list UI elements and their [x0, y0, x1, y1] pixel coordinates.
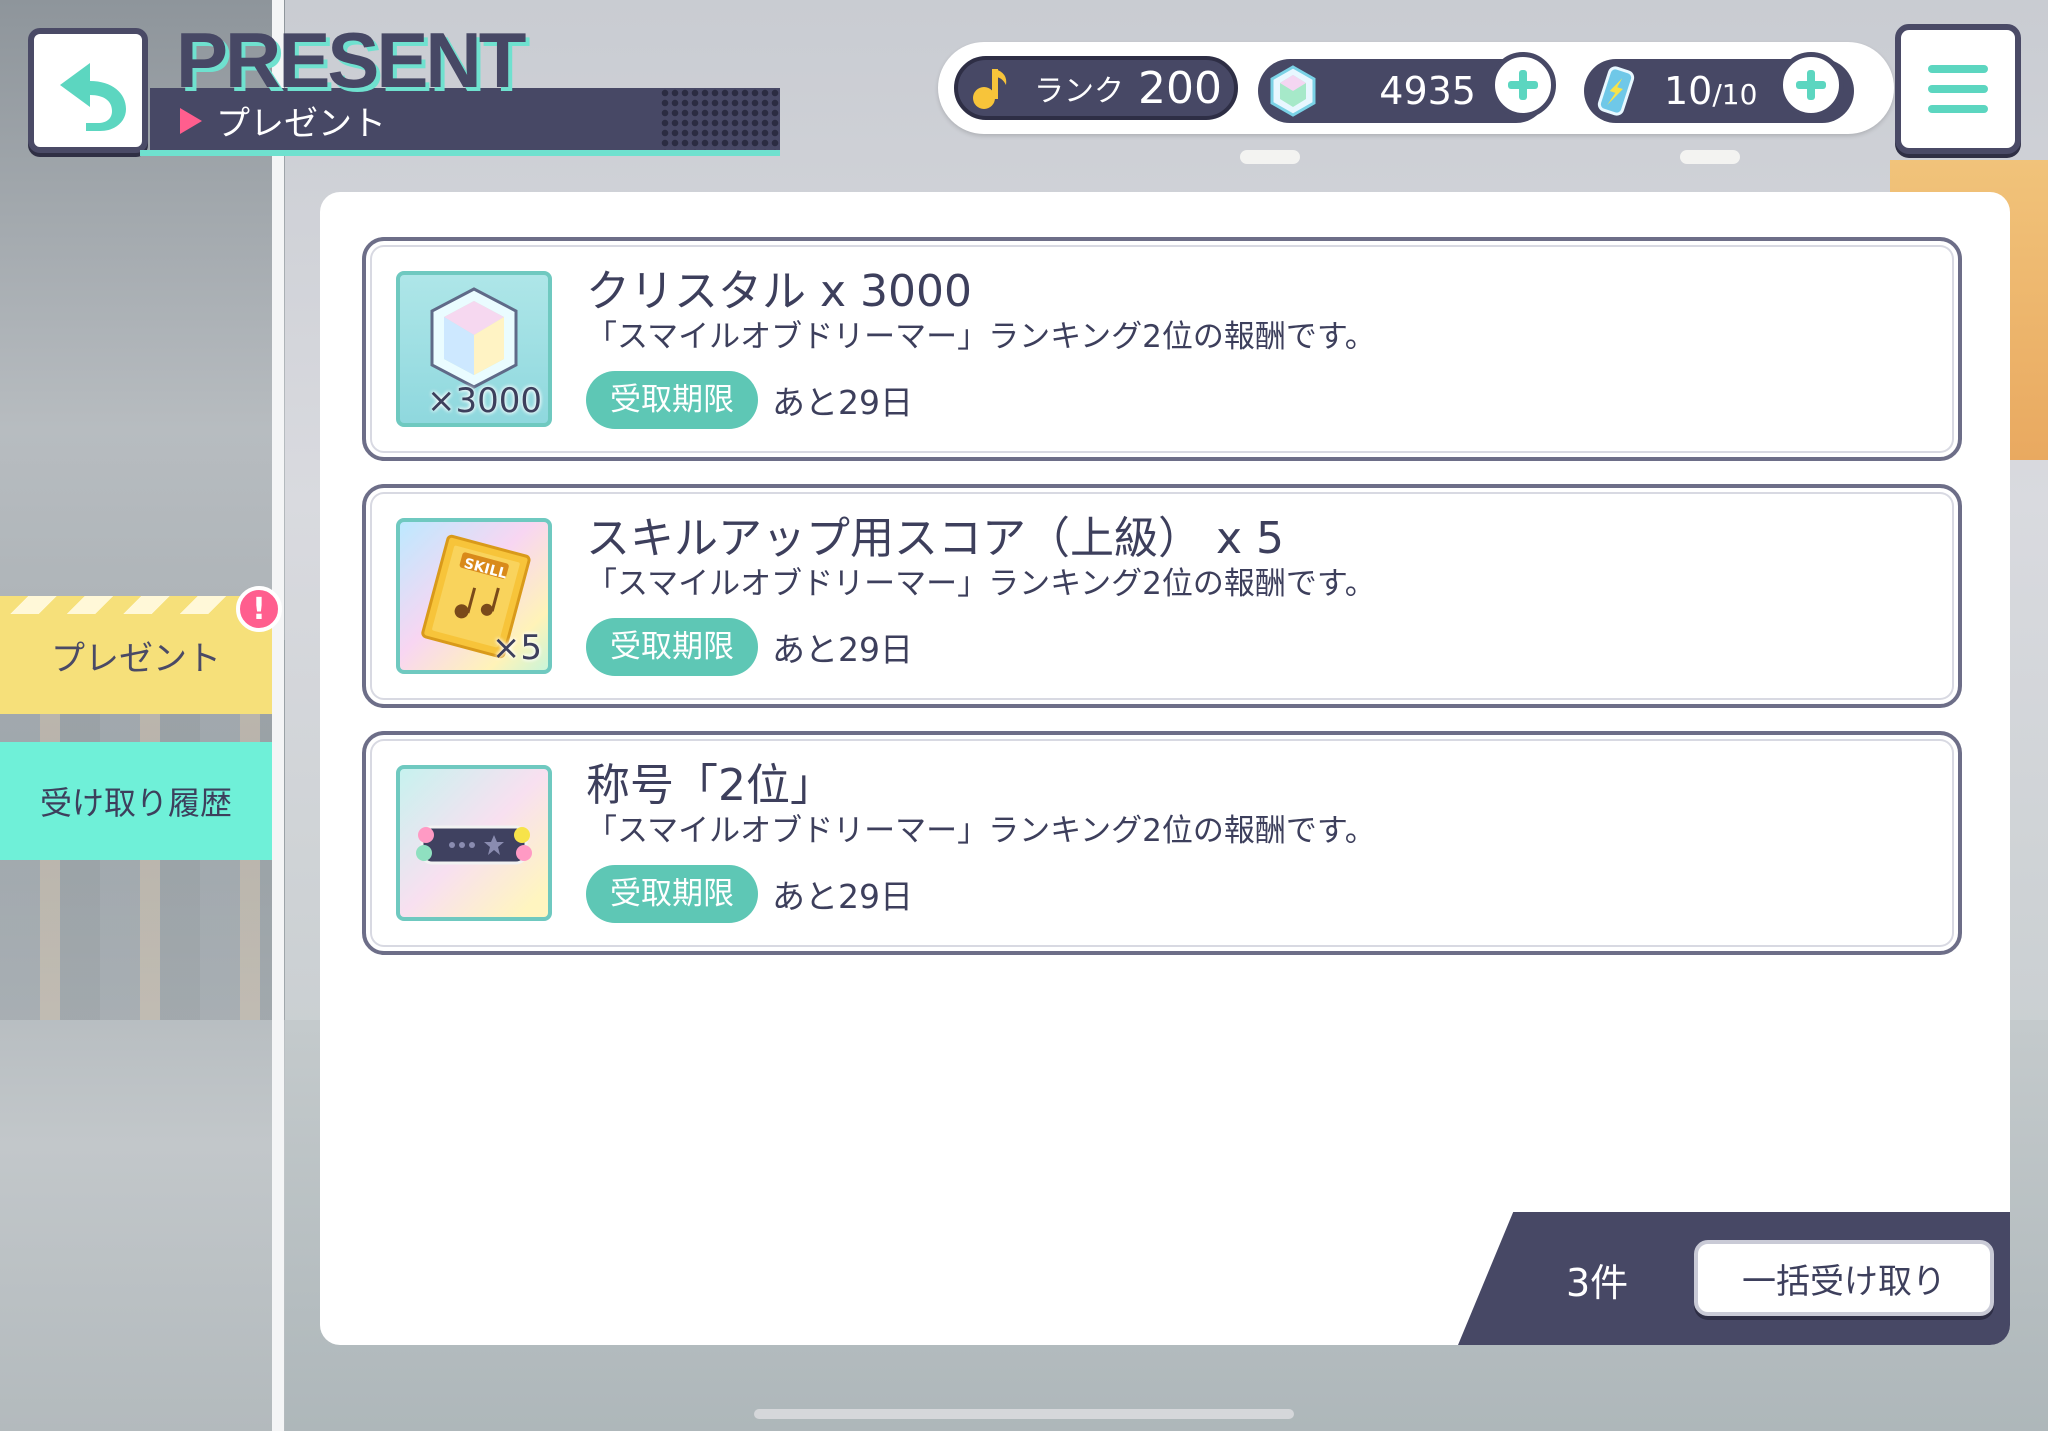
deadline-remaining: あと29日 — [772, 383, 913, 422]
rank-display: ランク 200 — [954, 56, 1238, 120]
item-quantity: ×3000 — [426, 381, 542, 421]
item-title: 称号「2位」 — [586, 760, 834, 811]
menu-icon-bar — [1928, 105, 1988, 113]
plus-icon — [1508, 70, 1538, 100]
menu-button[interactable] — [1895, 24, 2021, 154]
deadline-badge: 受取期限 — [586, 371, 758, 429]
deadline-badge: 受取期限 — [586, 618, 758, 676]
item-deadline: 受取期限 あと29日 — [586, 865, 913, 923]
page-subtitle: プレゼント — [180, 96, 386, 145]
item-description: 「スマイルオブドリーマー」ランキング2位の報酬です。 — [586, 319, 1376, 355]
title-badge-icon — [396, 765, 552, 921]
page-subtitle-text: プレゼント — [216, 104, 386, 144]
deadline-remaining: あと29日 — [772, 877, 913, 916]
rank-value: 200 — [1138, 62, 1222, 114]
music-note-icon — [973, 69, 1007, 109]
tab-present-label: プレゼント — [51, 638, 221, 679]
present-item-title-badge[interactable]: 称号「2位」 「スマイルオブドリーマー」ランキング2位の報酬です。 受取期限 あ… — [362, 731, 1962, 955]
page-title: PRESENT — [176, 16, 526, 104]
energy-current: 10 — [1664, 69, 1713, 113]
deadline-remaining: あと29日 — [772, 630, 913, 669]
back-arrow-icon — [60, 62, 126, 131]
energy-max: /10 — [1712, 78, 1758, 111]
present-count: 3件 — [1566, 1261, 1629, 1305]
item-deadline: 受取期限 あと29日 — [586, 618, 913, 676]
background-light — [1680, 150, 1740, 164]
alert-badge-icon: ! — [236, 586, 282, 632]
energy-drink-icon — [1597, 66, 1635, 116]
triangle-icon — [180, 107, 202, 134]
energy-value: 10/10 — [1664, 69, 1757, 113]
crystal-count: 4935 — [1379, 69, 1476, 113]
item-deadline: 受取期限 あと29日 — [586, 371, 913, 429]
item-description: 「スマイルオブドリーマー」ランキング2位の報酬です。 — [586, 566, 1376, 602]
item-description: 「スマイルオブドリーマー」ランキング2位の報酬です。 — [586, 813, 1376, 849]
collect-all-label: 一括受け取り — [1742, 1261, 1946, 1302]
background-light — [1240, 150, 1300, 164]
back-button[interactable] — [28, 28, 148, 153]
crystal-icon — [1270, 65, 1316, 117]
home-indicator[interactable] — [754, 1409, 1294, 1419]
background-divider — [272, 0, 284, 1431]
title-underline — [140, 150, 780, 156]
title-plate-icon — [416, 825, 532, 865]
menu-icon-bar — [1928, 65, 1988, 73]
add-energy-button[interactable] — [1778, 52, 1844, 118]
item-quantity: ×5 — [491, 628, 542, 668]
rank-label: ランク — [1034, 74, 1124, 109]
title-bar-pattern — [660, 88, 780, 150]
tab-history-label: 受け取り履歴 — [39, 784, 232, 822]
tab-history[interactable]: 受け取り履歴 — [0, 742, 272, 860]
present-item-crystal[interactable]: ×3000 クリスタル x 3000 「スマイルオブドリーマー」ランキング2位の… — [362, 237, 1962, 461]
tab-present-stripe — [0, 596, 272, 614]
item-title: クリスタル x 3000 — [586, 266, 972, 317]
collect-all-button[interactable]: 一括受け取り — [1694, 1240, 1994, 1316]
crystal-icon: ×3000 — [396, 271, 552, 427]
deadline-badge: 受取期限 — [586, 865, 758, 923]
present-item-skill-score[interactable]: SKILL ×5 スキルアップ用スコア（上級） x 5 「スマイルオブドリーマー… — [362, 484, 1962, 708]
menu-icon-bar — [1928, 85, 1988, 93]
item-title: スキルアップ用スコア（上級） x 5 — [586, 513, 1285, 564]
skill-score-icon: SKILL ×5 — [396, 518, 552, 674]
add-crystal-button[interactable] — [1490, 52, 1556, 118]
plus-icon — [1796, 70, 1826, 100]
